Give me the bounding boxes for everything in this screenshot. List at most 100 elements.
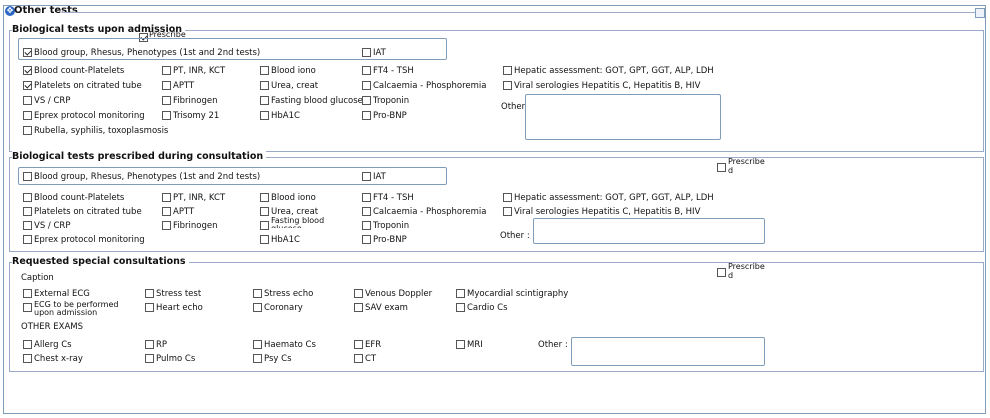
admission-label-aptt: APTT <box>173 81 195 91</box>
consultation-prescribe-label-2: d <box>728 166 734 175</box>
special-cb-myocardial[interactable] <box>456 289 465 298</box>
special-label-myocardial: Myocardial scintigraphy <box>467 289 569 299</box>
consultation-label-blood-group: Blood group, Rhesus, Phenotypes (1st and… <box>34 172 261 182</box>
admission-cb-fibrinogen[interactable] <box>162 96 171 105</box>
special-prescribe-label: Prescribe <box>728 262 765 271</box>
consultation-cb-calcaemia[interactable] <box>362 207 371 216</box>
admission-label-hba1c: HbA1C <box>271 111 300 121</box>
consultation-title: Biological tests prescribed during consu… <box>12 151 267 162</box>
consultation-prescribe-label: Prescribe <box>728 157 765 166</box>
admission-label-urea: Urea, creat <box>271 81 319 91</box>
consultation-cb-vs-crp[interactable] <box>23 221 32 230</box>
special-cb-mri[interactable] <box>456 340 465 349</box>
special-cb-chest-xray[interactable] <box>23 354 32 363</box>
consultation-prescribe-checkbox[interactable] <box>717 163 726 172</box>
admission-cb-probnp[interactable] <box>362 111 371 120</box>
special-other-label: Other : <box>538 340 568 350</box>
admission-cb-hba1c[interactable] <box>260 111 269 120</box>
admission-label-eprex: Eprex protocol monitoring <box>34 111 145 121</box>
consultation-cb-ft4[interactable] <box>362 193 371 202</box>
admission-cb-eprex[interactable] <box>23 111 32 120</box>
admission-cb-blood-group[interactable] <box>23 48 32 57</box>
admission-cb-trisomy[interactable] <box>162 111 171 120</box>
admission-cb-urea[interactable] <box>260 81 269 90</box>
admission-cb-ft4[interactable] <box>362 66 371 75</box>
special-label-efr: EFR <box>365 340 382 350</box>
consultation-cb-blood-group[interactable] <box>23 172 32 181</box>
special-label-venous-doppler: Venous Doppler <box>365 289 433 299</box>
admission-cb-pt-inr[interactable] <box>162 66 171 75</box>
special-cb-psy-cs[interactable] <box>253 354 262 363</box>
consultation-cb-urea[interactable] <box>260 207 269 216</box>
special-cb-stress-test[interactable] <box>145 289 154 298</box>
consultation-cb-probnp[interactable] <box>362 235 371 244</box>
admission-cb-calcaemia[interactable] <box>362 81 371 90</box>
consultation-cb-platelets-citrated[interactable] <box>23 207 32 216</box>
consultation-cb-blood-count[interactable] <box>23 193 32 202</box>
admission-cb-blood-count[interactable] <box>23 66 32 75</box>
admission-cb-viral[interactable] <box>503 81 512 90</box>
special-prescribe-checkbox[interactable] <box>717 268 726 277</box>
special-label-heart-echo: Heart echo <box>156 303 203 313</box>
special-cb-coronary[interactable] <box>253 303 262 312</box>
consultation-label-blood-count: Blood count-Platelets <box>34 193 125 203</box>
consultation-label-calcaemia: Calcaemia - Phosphoremia <box>373 207 487 217</box>
special-cb-ct[interactable] <box>354 354 363 363</box>
consultation-cb-viral[interactable] <box>503 207 512 216</box>
special-cb-rp[interactable] <box>145 340 154 349</box>
consultation-cb-blood-iono[interactable] <box>260 193 269 202</box>
admission-cb-aptt[interactable] <box>162 81 171 90</box>
consultation-cb-iat[interactable] <box>362 172 371 181</box>
special-cb-efr[interactable] <box>354 340 363 349</box>
special-label-haemato-cs: Haemato Cs <box>264 340 316 350</box>
admission-cb-vs-crp[interactable] <box>23 96 32 105</box>
special-other-exams-label: OTHER EXAMS <box>21 322 83 332</box>
consultation-label-eprex: Eprex protocol monitoring <box>34 235 145 245</box>
admission-label-fibrinogen: Fibrinogen <box>173 96 218 106</box>
consultation-cb-eprex[interactable] <box>23 235 32 244</box>
admission-label-hepatic: Hepatic assessment: GOT, GPT, GGT, ALP, … <box>514 66 714 76</box>
special-cb-venous-doppler[interactable] <box>354 289 363 298</box>
special-label-allerg-cs: Allerg Cs <box>34 340 72 350</box>
consultation-other-input[interactable] <box>533 218 765 244</box>
consultation-label-hepatic: Hepatic assessment: GOT, GPT, GGT, ALP, … <box>514 193 714 203</box>
admission-cb-fasting-glucose[interactable] <box>260 96 269 105</box>
special-label-ct: CT <box>365 354 377 364</box>
consultation-label-fibrinogen: Fibrinogen <box>173 221 218 231</box>
admission-cb-iat[interactable] <box>362 48 371 57</box>
special-cb-sav-exam[interactable] <box>354 303 363 312</box>
special-cb-stress-echo[interactable] <box>253 289 262 298</box>
special-label-coronary: Coronary <box>264 303 303 313</box>
admission-cb-rubella[interactable] <box>23 126 32 135</box>
admission-cb-troponin[interactable] <box>362 96 371 105</box>
consultation-label-ft4: FT4 - TSH <box>373 193 414 203</box>
consultation-label-iat: IAT <box>373 172 386 182</box>
admission-cb-platelets-citrated[interactable] <box>23 81 32 90</box>
special-cb-ecg-admission[interactable] <box>23 303 32 312</box>
admission-cb-blood-iono[interactable] <box>260 66 269 75</box>
consultation-label-platelets-citrated: Platelets on citrated tube <box>34 207 142 217</box>
consultation-cb-hepatic[interactable] <box>503 193 512 202</box>
special-label-ecg-admission: ECG to be performed upon admission <box>34 300 119 317</box>
admission-other-input[interactable] <box>525 94 721 140</box>
admission-label-ft4: FT4 - TSH <box>373 66 414 76</box>
consultation-label-viral: Viral serologies Hepatitis C, Hepatitis … <box>514 207 701 217</box>
admission-label-fasting-glucose: Fasting blood glucose <box>271 96 363 106</box>
admission-cb-hepatic[interactable] <box>503 66 512 75</box>
consultation-cb-fasting-glucose[interactable] <box>260 221 269 230</box>
admission-label-rubella: Rubella, syphilis, toxoplasmosis <box>34 126 169 136</box>
consultation-cb-troponin[interactable] <box>362 221 371 230</box>
consultation-cb-fibrinogen[interactable] <box>162 221 171 230</box>
special-cb-cardio-cs[interactable] <box>456 303 465 312</box>
consultation-cb-pt-inr[interactable] <box>162 193 171 202</box>
special-cb-external-ecg[interactable] <box>23 289 32 298</box>
scroll-up-button[interactable] <box>975 8 985 18</box>
consultation-cb-aptt[interactable] <box>162 207 171 216</box>
admission-label-pt-inr: PT, INR, KCT <box>173 66 226 76</box>
special-cb-pulmo-cs[interactable] <box>145 354 154 363</box>
special-other-input[interactable] <box>571 337 765 366</box>
special-cb-haemato-cs[interactable] <box>253 340 262 349</box>
special-cb-allerg-cs[interactable] <box>23 340 32 349</box>
consultation-cb-hba1c[interactable] <box>260 235 269 244</box>
special-cb-heart-echo[interactable] <box>145 303 154 312</box>
